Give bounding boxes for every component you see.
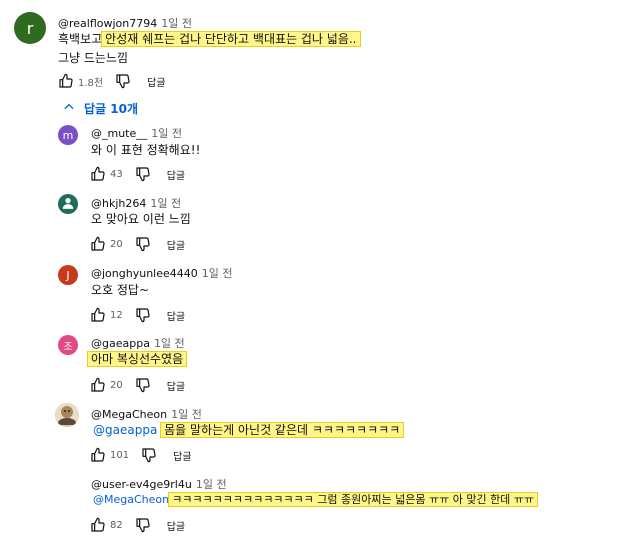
comment-time[interactable]: 1일 전	[161, 17, 192, 30]
reply-time[interactable]: 1일 전	[171, 408, 202, 421]
reply-time[interactable]: 1일 전	[150, 197, 181, 210]
comment-header: @realflowjon7794 1일 전	[58, 15, 192, 31]
reply-author[interactable]: @hkjh264	[91, 197, 146, 210]
reply-header: @user-ev4ge9rl4u 1일 전	[91, 476, 227, 492]
reply-actions: 20 답글	[90, 235, 185, 253]
reply-header: @jonghyunlee4440 1일 전	[91, 265, 233, 281]
comment-text-highlight: 안성재 쉐프는 겁나 단단하고 백대표는 겁나 넓음..	[101, 31, 361, 47]
like-icon[interactable]	[90, 307, 106, 323]
reply-actions: 20 답글	[90, 376, 185, 394]
like-icon[interactable]	[58, 73, 74, 89]
avatar[interactable]	[55, 403, 79, 427]
reply-text: @MegaCheon ㅋㅋㅋㅋㅋㅋㅋㅋㅋㅋㅋㅋㅋㅋ 그럼 종원아찌는 넓은몸 ㅠㅠ…	[90, 492, 539, 508]
like-count: 1.8천	[78, 77, 104, 89]
dislike-icon[interactable]	[141, 447, 157, 463]
reply-text-highlight: ㅋㅋㅋㅋㅋㅋㅋㅋㅋㅋㅋㅋㅋㅋ 그럼 종원아찌는 넓은몸 ㅠㅠ 아 맞긴 한데 ㅠ…	[168, 492, 539, 507]
comment-actions: 1.8천 답글	[58, 72, 166, 90]
comment-text: 흑백보고 안성재 쉐프는 겁나 단단하고 백대표는 겁나 넓음..	[58, 31, 361, 47]
reply-header: @MegaCheon 1일 전	[91, 406, 202, 422]
reply-actions: 101 답글	[90, 446, 192, 464]
like-icon[interactable]	[90, 166, 106, 182]
dislike-icon[interactable]	[135, 307, 151, 323]
dislike-icon[interactable]	[135, 236, 151, 252]
like-icon[interactable]	[90, 447, 106, 463]
mention-link[interactable]: @MegaCheon	[93, 493, 169, 506]
reply-header: @gaeappa 1일 전	[91, 335, 185, 351]
like-count: 101	[110, 449, 130, 461]
reply-actions: 82 답글	[90, 516, 185, 534]
photo-avatar-icon	[55, 403, 79, 427]
reply-button[interactable]: 답글	[167, 518, 185, 533]
reply-button[interactable]: 답글	[173, 448, 191, 463]
like-icon[interactable]	[90, 377, 106, 393]
reply-text: @gaeappa 몸을 말하는게 아닌것 같은데 ㅋㅋㅋㅋㅋㅋㅋㅋ	[90, 422, 405, 438]
comment-text-line2: 그냥 드는느낌	[58, 51, 129, 65]
avatar[interactable]: J	[58, 265, 78, 285]
avatar[interactable]: m	[58, 125, 78, 145]
like-icon[interactable]	[90, 236, 106, 252]
avatar-letter: m	[62, 128, 74, 142]
dislike-icon[interactable]	[135, 377, 151, 393]
reply-author[interactable]: @MegaCheon	[91, 408, 167, 421]
reply-time[interactable]: 1일 전	[202, 267, 233, 280]
mention-link[interactable]: @gaeappa	[93, 423, 157, 437]
dislike-icon[interactable]	[135, 166, 151, 182]
like-count: 20	[110, 238, 123, 250]
reply-button[interactable]: 답글	[167, 167, 185, 182]
reply-time[interactable]: 1일 전	[196, 478, 227, 491]
reply-text-highlight: 몸을 말하는게 아닌것 같은데 ㅋㅋㅋㅋㅋㅋㅋㅋ	[160, 422, 405, 438]
person-icon	[61, 195, 75, 214]
reply-button[interactable]: 답글	[147, 74, 165, 89]
avatar[interactable]: r	[14, 12, 46, 44]
reply-button[interactable]: 답글	[167, 308, 185, 323]
avatar[interactable]: 조	[58, 335, 78, 355]
replies-toggle[interactable]: 답글 10개	[62, 100, 138, 117]
like-count: 43	[110, 168, 123, 180]
reply-author[interactable]: @gaeappa	[91, 337, 150, 350]
avatar-letter: r	[26, 18, 34, 38]
like-icon[interactable]	[90, 517, 106, 533]
chevron-up-icon	[62, 100, 76, 117]
reply-actions: 12 답글	[90, 306, 185, 324]
reply-author[interactable]: @jonghyunlee4440	[91, 267, 198, 280]
reply-actions: 43 답글	[90, 165, 185, 183]
comment-author[interactable]: @realflowjon7794	[58, 17, 157, 30]
avatar[interactable]	[58, 194, 78, 214]
reply-text: 오호 정답~	[91, 283, 150, 297]
reply-text: 아마 복싱선수였음	[86, 351, 188, 367]
reply-header: @_mute__ 1일 전	[91, 125, 182, 141]
like-count: 20	[110, 379, 123, 391]
reply-text: 와 이 표현 정확해요!!	[91, 143, 201, 157]
reply-text: 오 맞아요 이런 느낌	[91, 212, 191, 226]
avatar-letter: J	[66, 268, 70, 282]
reply-button[interactable]: 답글	[167, 237, 185, 252]
like-count: 82	[110, 519, 123, 531]
reply-header: @hkjh264 1일 전	[91, 195, 181, 211]
reply-author[interactable]: @user-ev4ge9rl4u	[91, 478, 192, 491]
reply-text-highlight: 아마 복싱선수였음	[86, 351, 188, 367]
reply-time[interactable]: 1일 전	[151, 127, 182, 140]
replies-toggle-label: 답글 10개	[84, 102, 138, 116]
like-count: 12	[110, 309, 123, 321]
dislike-icon[interactable]	[135, 517, 151, 533]
avatar-letter: 조	[63, 341, 73, 353]
reply-time[interactable]: 1일 전	[154, 337, 185, 350]
reply-author[interactable]: @_mute__	[91, 127, 147, 140]
comment-text-plain: 흑백보고	[58, 32, 103, 46]
reply-button[interactable]: 답글	[167, 378, 185, 393]
dislike-icon[interactable]	[115, 73, 131, 89]
